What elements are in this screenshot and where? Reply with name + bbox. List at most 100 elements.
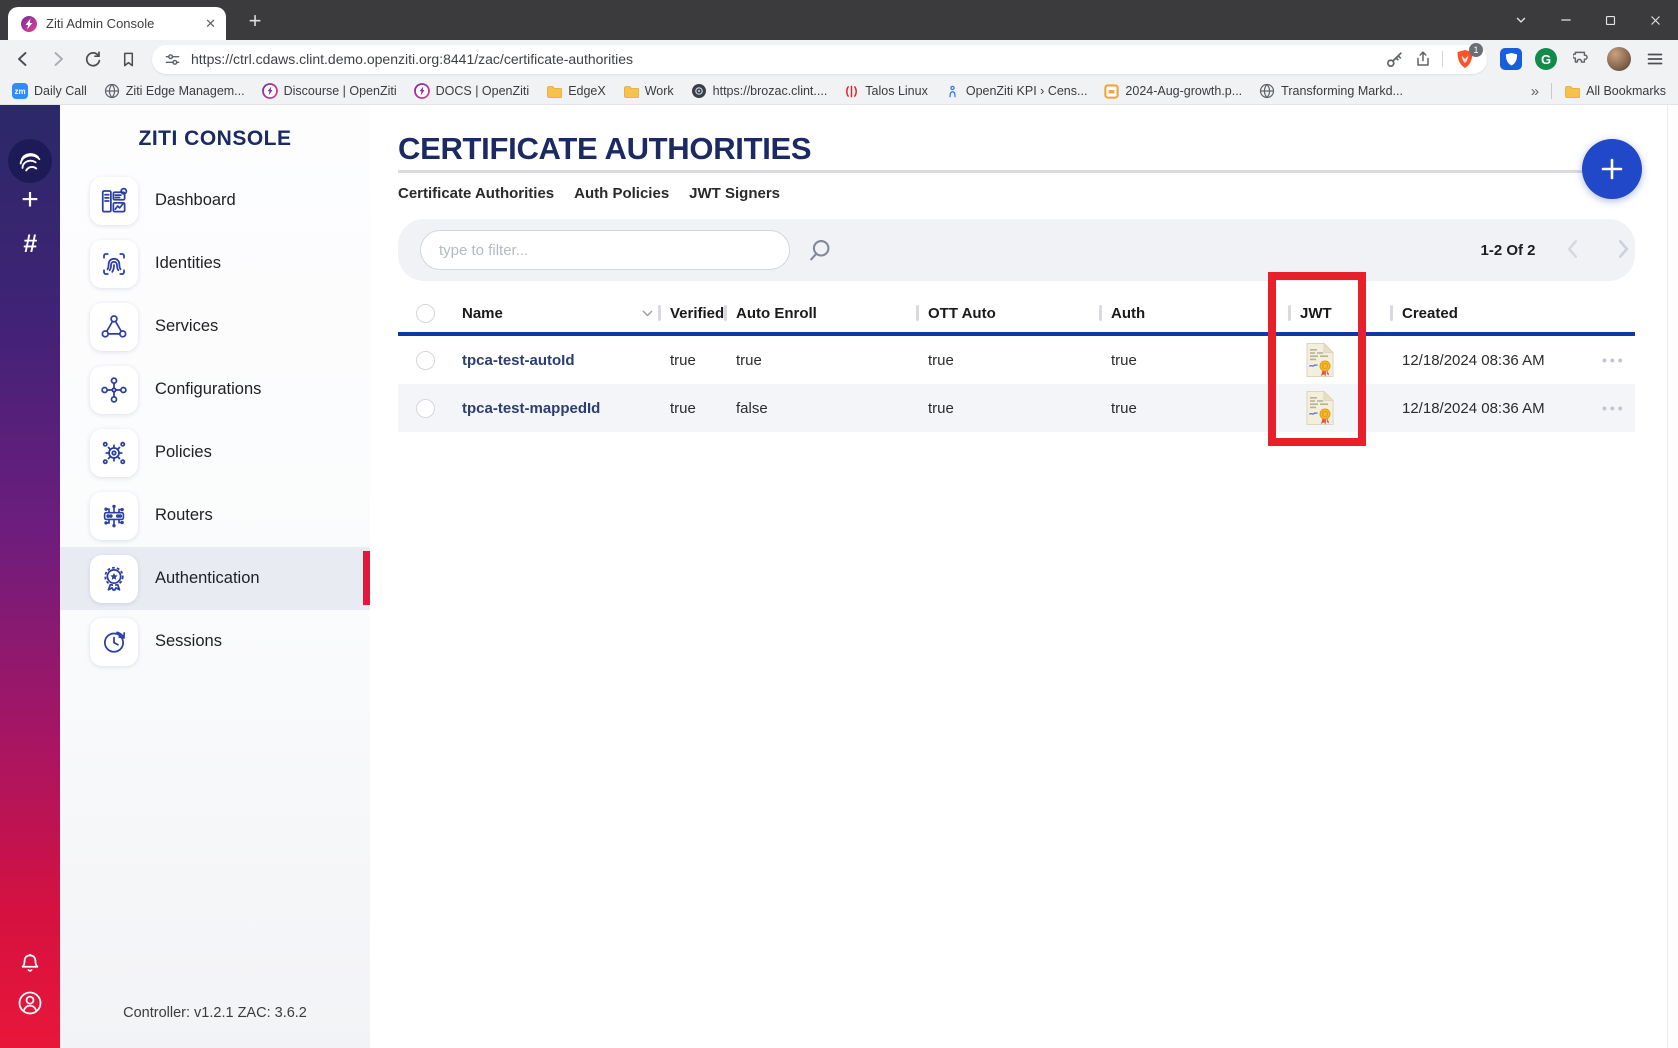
new-tab-button[interactable]: +	[240, 6, 270, 36]
bookmark-docs-openziti[interactable]: DOCS | OpenZiti	[414, 83, 530, 99]
sidebar-item-sessions[interactable]: Sessions	[60, 610, 370, 673]
row-checkbox[interactable]	[416, 399, 435, 418]
column-divider	[916, 305, 919, 321]
column-header-auto-enroll[interactable]: Auto Enroll	[736, 294, 817, 332]
brave-shield-icon[interactable]: 1	[1453, 47, 1477, 71]
select-all-checkbox[interactable]	[416, 304, 435, 323]
row-auto-enroll: false	[736, 384, 768, 432]
window-minimize-button[interactable]	[1543, 0, 1588, 40]
bookmark-openziti-kpi[interactable]: OpenZiti KPI › Cens...	[945, 84, 1088, 99]
add-certificate-authority-button[interactable]	[1582, 139, 1642, 199]
scrollbar[interactable]	[1667, 105, 1678, 1048]
column-header-created[interactable]: Created	[1402, 294, 1458, 332]
left-rail: + #	[0, 105, 60, 1048]
bookmark-transforming-markd[interactable]: Transforming Markd...	[1259, 83, 1403, 99]
app-brand: ZITI CONSOLE	[60, 127, 370, 151]
profile-icon[interactable]	[16, 989, 44, 1017]
tab-certificate-authorities[interactable]: Certificate Authorities	[398, 185, 554, 202]
bookmark-2024-aug-growth[interactable]: 2024-Aug-growth.p...	[1104, 84, 1242, 99]
forward-icon[interactable]	[47, 48, 69, 70]
bookmark-daily-call[interactable]: zm Daily Call	[12, 83, 87, 99]
sidebar-item-policies[interactable]: Policies	[60, 421, 370, 484]
rail-hash-button[interactable]: #	[0, 227, 60, 261]
tab-search-icon[interactable]	[1498, 0, 1543, 40]
dashboard-icon	[90, 177, 138, 225]
authentication-award-icon	[90, 555, 138, 603]
window-close-button[interactable]	[1633, 0, 1678, 40]
extensions-puzzle-icon[interactable]	[1570, 47, 1594, 71]
bookmark-talos-linux[interactable]: Talos Linux	[844, 84, 928, 99]
sidebar-item-routers[interactable]: Routers	[60, 484, 370, 547]
site-settings-icon[interactable]	[164, 51, 181, 68]
title-divider	[398, 170, 1635, 173]
bookmarks-overflow-chevron[interactable]: »	[1531, 83, 1539, 100]
row-ott-auto: true	[928, 336, 954, 384]
tab-auth-policies[interactable]: Auth Policies	[574, 185, 669, 202]
url-text[interactable]: https://ctrl.cdaws.clint.demo.openziti.o…	[191, 51, 1375, 67]
bookmark-ziti-edge[interactable]: Ziti Edge Managem...	[104, 83, 245, 99]
bookmark-discourse-openziti[interactable]: Discourse | OpenZiti	[262, 83, 397, 99]
browser-toolbar: https://ctrl.cdaws.clint.demo.openziti.o…	[0, 40, 1678, 78]
reload-icon[interactable]	[82, 48, 104, 70]
back-icon[interactable]	[12, 48, 34, 70]
column-header-auth[interactable]: Auth	[1111, 294, 1145, 332]
row-name[interactable]: tpca-test-autoId	[462, 336, 575, 384]
configurations-icon	[90, 366, 138, 414]
sidebar-nav: Dashboard Identities Services Configurat…	[60, 169, 370, 673]
globe-icon	[104, 83, 120, 99]
row-name[interactable]: tpca-test-mappedId	[462, 384, 600, 432]
profile-avatar[interactable]	[1607, 47, 1631, 71]
all-bookmarks-button[interactable]: All Bookmarks	[1564, 84, 1666, 99]
row-actions-menu-icon[interactable]: •••	[1602, 384, 1626, 432]
certificate-icon[interactable]	[1305, 336, 1335, 384]
notifications-bell-icon[interactable]	[17, 951, 43, 977]
column-header-name[interactable]: Name	[462, 294, 503, 332]
menu-hamburger-icon[interactable]	[1644, 48, 1666, 70]
row-actions-menu-icon[interactable]: •••	[1602, 336, 1626, 384]
browser-tab[interactable]: Ziti Admin Console ✕	[8, 7, 226, 40]
sidebar-item-authentication[interactable]: Authentication	[60, 547, 370, 610]
filter-input[interactable]	[420, 230, 790, 270]
address-bar[interactable]: https://ctrl.cdaws.clint.demo.openziti.o…	[152, 45, 1487, 74]
certificate-icon[interactable]	[1305, 384, 1335, 432]
sidebar-item-configurations[interactable]: Configurations	[60, 358, 370, 421]
column-header-verified[interactable]: Verified	[670, 294, 724, 332]
folder-icon	[546, 84, 562, 99]
previous-page-icon[interactable]	[1560, 236, 1586, 262]
reading-list-icon[interactable]	[117, 48, 139, 70]
ziti-logo-icon[interactable]	[8, 139, 52, 183]
sidebar-item-identities[interactable]: Identities	[60, 232, 370, 295]
row-auth: true	[1111, 384, 1137, 432]
folder-icon	[623, 84, 639, 99]
row-auto-enroll: true	[736, 336, 762, 384]
bitwarden-extension-icon[interactable]	[1500, 48, 1522, 70]
sidebar-item-dashboard[interactable]: Dashboard	[60, 169, 370, 232]
tab-close-icon[interactable]: ✕	[205, 16, 216, 32]
sessions-clock-icon	[90, 618, 138, 666]
sidebar-item-services[interactable]: Services	[60, 295, 370, 358]
bookmark-edgex-folder[interactable]: EdgeX	[546, 84, 606, 99]
tab-jwt-signers[interactable]: JWT Signers	[689, 185, 780, 202]
table-row[interactable]: tpca-test-mappedId true false true true …	[398, 384, 1635, 432]
row-verified: true	[670, 336, 696, 384]
row-checkbox[interactable]	[416, 351, 435, 370]
saved-password-key-icon[interactable]	[1385, 50, 1404, 69]
column-header-ott-auto[interactable]: OTT Auto	[928, 294, 996, 332]
table-row[interactable]: tpca-test-autoId true true true true 12/…	[398, 336, 1635, 384]
column-divider	[724, 305, 727, 321]
rail-add-button[interactable]: +	[0, 183, 60, 217]
grammarly-extension-icon[interactable]: G	[1535, 48, 1557, 70]
column-header-jwt[interactable]: JWT	[1300, 294, 1332, 332]
share-icon[interactable]	[1414, 50, 1432, 68]
bookmark-work-folder[interactable]: Work	[623, 84, 674, 99]
sort-chevron-icon[interactable]	[642, 310, 653, 317]
bookmark-brozac[interactable]: https://brozac.clint....	[691, 83, 828, 99]
tab-title: Ziti Admin Console	[46, 16, 196, 31]
row-created: 12/18/2024 08:36 AM	[1402, 384, 1545, 432]
search-icon[interactable]	[806, 236, 834, 264]
site-icon	[691, 83, 707, 99]
services-network-icon	[90, 303, 138, 351]
openziti-favicon-icon	[21, 16, 37, 32]
next-page-icon[interactable]	[1610, 236, 1636, 262]
window-maximize-button[interactable]	[1588, 0, 1633, 40]
